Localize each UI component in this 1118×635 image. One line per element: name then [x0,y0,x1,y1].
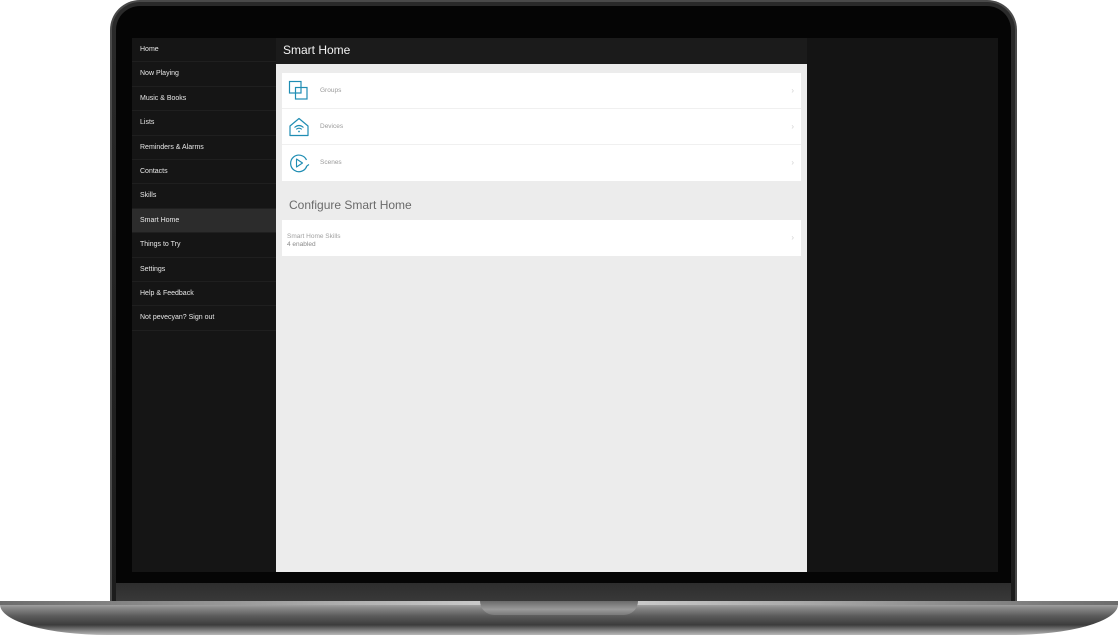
sidebar-item-home[interactable]: Home [132,38,276,63]
sidebar: Home Now Playing Music & Books Lists Rem… [132,38,276,572]
sidebar-item-contacts[interactable]: Contacts [132,160,276,185]
sidebar-item-now-playing[interactable]: Now Playing [132,62,276,87]
screen: Home Now Playing Music & Books Lists Rem… [132,38,998,572]
scenes-icon [288,152,310,174]
scenes-label: Scenes [320,159,342,166]
chevron-right-icon: › [791,158,794,167]
right-pane [807,38,998,572]
sidebar-item-skills[interactable]: Skills [132,184,276,209]
chevron-right-icon: › [791,233,794,242]
smart-home-skills-row[interactable]: Smart Home Skills 4 enabled › [282,220,801,256]
sidebar-item-lists[interactable]: Lists [132,111,276,136]
devices-row[interactable]: Devices › [282,109,801,145]
groups-row[interactable]: Groups › [282,73,801,109]
smart-home-skills-label: Smart Home Skills [287,233,341,240]
configure-section-title: Configure Smart Home [289,198,412,212]
skills-enabled-count: 4 enabled [287,241,316,248]
smart-home-menu: Groups › Devices › Scenes › [282,73,801,181]
sidebar-item-reminders-alarms[interactable]: Reminders & Alarms [132,136,276,160]
chevron-right-icon: › [791,86,794,95]
page-title: Smart Home [276,38,807,64]
chevron-right-icon: › [791,122,794,131]
sidebar-item-sign-out[interactable]: Not pevecyan? Sign out [132,306,276,331]
sidebar-item-settings[interactable]: Settings [132,258,276,282]
sidebar-item-smart-home[interactable]: Smart Home [132,208,276,234]
sidebar-item-help-feedback[interactable]: Help & Feedback [132,282,276,307]
laptop-chin [116,583,1011,603]
sidebar-item-things-to-try[interactable]: Things to Try [132,233,276,258]
sidebar-item-music-books[interactable]: Music & Books [132,87,276,112]
scenes-row[interactable]: Scenes › [282,145,801,181]
devices-label: Devices [320,123,344,130]
groups-icon [288,80,310,102]
main-content: Smart Home Groups › Devices › Scenes › C… [276,38,807,572]
laptop-notch [480,601,638,615]
devices-icon [288,116,310,138]
groups-label: Groups [320,87,342,94]
